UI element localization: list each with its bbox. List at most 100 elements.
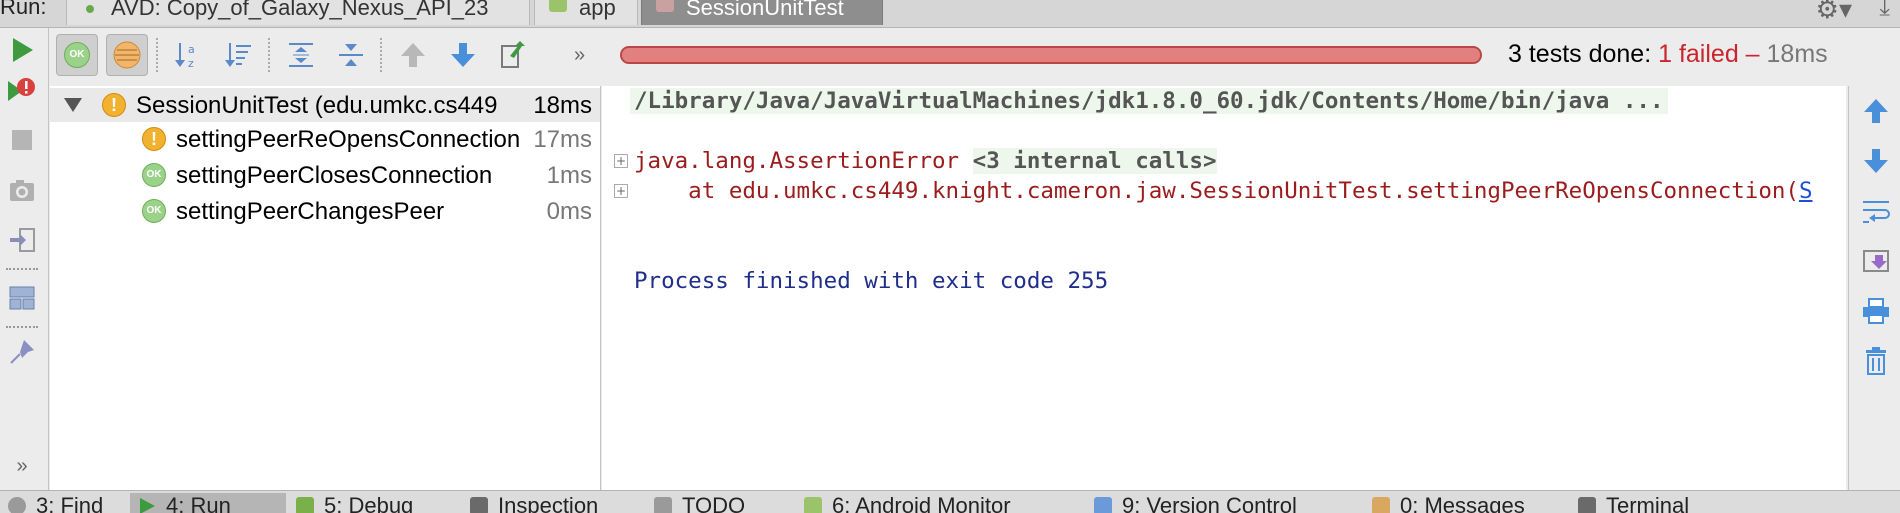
tab-todo[interactable]: TODO <box>646 493 753 513</box>
export-icon <box>501 41 525 68</box>
bottom-tool-bar: 3: Find 4: Run 5: Debug Inspection TODO … <box>0 490 1900 513</box>
hide-icon[interactable]: ⤓ <box>1879 0 1890 22</box>
test-icon <box>656 0 674 12</box>
import-button[interactable] <box>4 222 40 258</box>
sort-duration-icon <box>225 43 251 67</box>
tab-inspection[interactable]: Inspection <box>462 493 606 513</box>
console-command-line: /Library/Java/JavaVirtualMachines/jdk1.8… <box>630 88 1668 114</box>
svg-text:z: z <box>188 57 194 70</box>
console-stack-text: at edu.umkc.cs449.knight.cameron.jaw.Ses… <box>634 178 1799 204</box>
todo-icon <box>654 497 672 513</box>
console-command[interactable]: /Library/Java/JavaVirtualMachines/jdk1.8… <box>630 88 1668 114</box>
tree-row[interactable]: OK settingPeerClosesConnection 1ms <box>50 158 600 192</box>
tab-debug[interactable]: 5: Debug <box>288 493 421 513</box>
arrow-up-icon <box>1864 99 1888 123</box>
rerun-failed-button[interactable] <box>4 72 40 108</box>
soft-wrap-button[interactable] <box>1859 194 1893 228</box>
pin-icon <box>10 340 34 364</box>
warning-icon: ! <box>142 127 166 151</box>
tab-android-monitor[interactable]: 6: Android Monitor <box>796 493 1019 513</box>
tab-find[interactable]: 3: Find <box>0 493 111 513</box>
summary-prefix: 3 tests done: <box>1508 40 1659 68</box>
rerun-button[interactable] <box>4 32 40 68</box>
tree-row-duration: 0ms <box>546 198 592 225</box>
scroll-to-end-button[interactable] <box>1859 244 1893 278</box>
pin-button[interactable] <box>4 334 40 370</box>
clear-all-button[interactable] <box>1859 344 1893 378</box>
test-summary: 3 tests done: 1 failed – 18ms <box>1508 40 1828 69</box>
tab-label: Terminal <box>1606 493 1690 513</box>
trash-icon <box>1866 347 1886 375</box>
layout-button[interactable] <box>4 280 40 316</box>
tree-row[interactable]: OK settingPeerChangesPeer 0ms <box>50 194 600 228</box>
run-label: Run: <box>0 0 47 19</box>
arrow-up-icon <box>401 43 425 67</box>
sort-by-duration-button[interactable] <box>218 34 260 76</box>
rerun-failed-icon <box>8 78 35 101</box>
arrow-down-icon <box>1864 149 1888 173</box>
android-icon <box>549 0 567 12</box>
tab-label: AVD: Copy_of_Galaxy_Nexus_API_23 <box>111 0 489 20</box>
svg-text:a: a <box>188 43 195 56</box>
tab-label: 0: Messages <box>1400 493 1525 513</box>
scroll-up-button[interactable] <box>1859 94 1893 128</box>
debug-icon <box>296 497 314 513</box>
previous-failed-button[interactable] <box>392 34 434 76</box>
console-output[interactable]: /Library/Java/JavaVirtualMachines/jdk1.8… <box>602 86 1846 490</box>
print-icon <box>1863 298 1889 324</box>
run-icon <box>13 38 33 62</box>
collapse-all-button[interactable] <box>330 34 372 76</box>
tree-row[interactable]: ! settingPeerReOpensConnection 17ms <box>50 122 600 156</box>
tab-messages[interactable]: 0: Messages <box>1364 493 1533 513</box>
arrow-down-icon <box>451 43 475 67</box>
tab-session-unit-test[interactable]: SessionUnitTest <box>641 0 883 25</box>
tab-label: 3: Find <box>36 493 104 513</box>
sort-alpha-icon: az <box>175 43 195 70</box>
summary-time: 18ms <box>1766 40 1828 68</box>
inspection-icon <box>470 497 488 513</box>
expand-all-button[interactable] <box>280 34 322 76</box>
print-button[interactable] <box>1859 294 1893 328</box>
show-passed-button[interactable]: OK <box>56 34 98 76</box>
tree-root-row[interactable]: ! SessionUnitTest (edu.umkc.cs449 18ms <box>50 88 600 122</box>
export-results-button[interactable] <box>492 34 534 76</box>
next-failed-button[interactable] <box>442 34 484 76</box>
scroll-down-button[interactable] <box>1859 144 1893 178</box>
more-button[interactable]: » <box>4 448 40 484</box>
sort-alphabetically-button[interactable]: az <box>168 34 210 76</box>
fold-icon[interactable]: + <box>614 184 628 198</box>
tab-label: TODO <box>682 493 746 513</box>
toolbar-separator <box>6 326 38 328</box>
ok-icon: OK <box>64 42 90 68</box>
ignored-icon <box>113 41 141 69</box>
screenshot-button[interactable] <box>4 172 40 208</box>
fold-icon[interactable]: + <box>614 154 628 168</box>
vcs-icon <box>1094 497 1112 513</box>
gear-icon[interactable]: ⚙▾ <box>1816 0 1852 25</box>
ok-icon: OK <box>142 163 166 187</box>
tab-run[interactable]: 4: Run <box>130 493 286 513</box>
ok-icon: OK <box>142 199 166 223</box>
test-progress-bar <box>620 46 1482 64</box>
tab-app[interactable]: app <box>534 0 638 25</box>
collapse-all-icon <box>339 44 363 66</box>
tab-label: 4: Run <box>166 493 231 513</box>
tab-terminal[interactable]: Terminal <box>1570 493 1697 513</box>
layout-icon <box>9 286 35 310</box>
expand-triangle-icon[interactable] <box>64 98 82 112</box>
left-toolbar: » <box>0 28 49 490</box>
tab-version-control[interactable]: 9: Version Control <box>1086 493 1305 513</box>
console-internal-calls[interactable]: <3 internal calls> <box>972 148 1217 174</box>
stop-button[interactable] <box>4 122 40 158</box>
show-ignored-button[interactable] <box>106 34 148 76</box>
tab-label: app <box>579 0 616 20</box>
find-icon <box>8 497 26 513</box>
tree-root-label: SessionUnitTest (edu.umkc.cs449 <box>136 92 498 119</box>
run-icon <box>138 495 156 513</box>
toolbar-more-button[interactable]: » <box>574 44 585 67</box>
import-icon <box>10 228 35 252</box>
tab-avd[interactable]: AVD: Copy_of_Galaxy_Nexus_API_23 <box>66 0 530 25</box>
console-stack-link[interactable]: S <box>1799 178 1813 204</box>
run-tab-strip: Run: AVD: Copy_of_Galaxy_Nexus_API_23 ap… <box>0 0 1900 28</box>
tree-row-label: settingPeerChangesPeer <box>176 198 445 225</box>
